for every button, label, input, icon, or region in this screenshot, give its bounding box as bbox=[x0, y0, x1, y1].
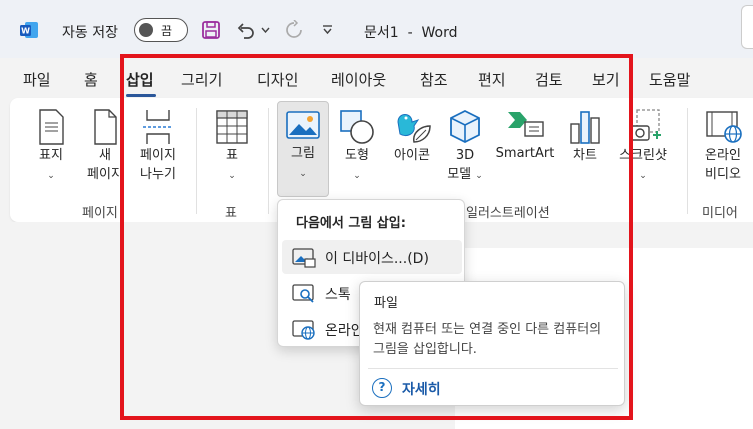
tab-references[interactable]: 참조 bbox=[420, 69, 448, 90]
smartart-button[interactable]: SmartArt bbox=[492, 108, 558, 163]
icons-icon bbox=[397, 114, 431, 143]
cover-page-button[interactable]: 표지 ⌄ bbox=[30, 108, 72, 186]
tab-view[interactable]: 보기 bbox=[592, 69, 620, 90]
3d-models-label-1: 3D bbox=[455, 148, 475, 163]
menu-item-this-device[interactable]: 이 디바이스...(D) bbox=[282, 240, 462, 274]
smartart-label: SmartArt bbox=[495, 146, 555, 161]
svg-text:W: W bbox=[21, 27, 30, 36]
tooltip-divider bbox=[368, 368, 618, 369]
screenshot-button[interactable]: 스크린샷 ⌄ bbox=[612, 108, 674, 186]
autosave-toggle[interactable]: 끔 bbox=[134, 18, 188, 42]
chevron-down-icon: ⌄ bbox=[639, 171, 647, 181]
menu-item-label: 스톡 bbox=[325, 287, 351, 303]
autosave-label: 자동 저장 bbox=[62, 25, 118, 41]
group-separator bbox=[268, 108, 269, 214]
table-label: 표 bbox=[226, 148, 238, 163]
tab-file[interactable]: 파일 bbox=[23, 69, 51, 90]
online-pictures-icon bbox=[292, 320, 315, 340]
tooltip-title: 파일 bbox=[374, 296, 398, 311]
chart-button[interactable]: 차트 bbox=[564, 108, 606, 165]
page-break-icon bbox=[143, 110, 173, 144]
group-separator bbox=[196, 108, 197, 214]
shapes-button[interactable]: 도형 ⌄ bbox=[336, 108, 378, 186]
tab-draw[interactable]: 그리기 bbox=[181, 69, 222, 90]
pictures-label: 그림 bbox=[291, 146, 315, 161]
blank-page-icon bbox=[94, 109, 117, 145]
tab-review[interactable]: 검토 bbox=[535, 69, 563, 90]
tab-layout[interactable]: 레이아웃 bbox=[331, 69, 386, 90]
pictures-button-content: 그림 ⌄ bbox=[280, 108, 326, 184]
new-page-button[interactable]: 새 페이지 bbox=[82, 108, 128, 184]
chevron-down-icon: ⌄ bbox=[475, 171, 483, 181]
redo-icon[interactable] bbox=[283, 18, 305, 42]
new-page-label-2: 페이지 bbox=[87, 167, 123, 182]
tooltip: 파일 현재 컴퓨터 또는 연결 중인 다른 컴퓨터의 그림을 삽입합니다. ? … bbox=[359, 281, 625, 406]
chevron-down-icon: ⌄ bbox=[299, 169, 307, 179]
chevron-down-icon: ⌄ bbox=[47, 171, 55, 181]
tooltip-description: 현재 컴퓨터 또는 연결 중인 다른 컴퓨터의 그림을 삽입합니다. bbox=[373, 322, 602, 357]
table-icon bbox=[216, 110, 248, 144]
page-break-button[interactable]: 페이지 나누기 bbox=[134, 108, 182, 184]
undo-icon[interactable] bbox=[234, 18, 256, 42]
3d-models-label-2: 모델 bbox=[447, 167, 472, 182]
tell-me-more-link[interactable]: 자세히 bbox=[402, 379, 441, 399]
customize-quick-access-icon[interactable] bbox=[320, 18, 334, 42]
chart-label: 차트 bbox=[573, 148, 597, 163]
undo-dropdown-chevron-icon[interactable] bbox=[259, 18, 271, 42]
word-logo-icon: W bbox=[20, 22, 38, 38]
table-button[interactable]: 표 ⌄ bbox=[210, 108, 254, 186]
stock-images-icon bbox=[292, 284, 314, 303]
group-label-pages: 페이지 bbox=[82, 206, 118, 221]
page-break-label-1: 페이지 bbox=[140, 148, 176, 163]
group-label-illustrations: 일러스트레이션 bbox=[466, 206, 550, 221]
tab-mailings[interactable]: 편지 bbox=[478, 69, 506, 90]
online-video-button[interactable]: 온라인 비디오 bbox=[699, 108, 747, 184]
group-separator bbox=[687, 108, 688, 214]
chevron-down-icon: ⌄ bbox=[228, 171, 236, 181]
document-title: 문서1 - Word bbox=[364, 25, 458, 41]
active-tab-indicator bbox=[126, 94, 156, 97]
tab-design[interactable]: 디자인 bbox=[257, 69, 298, 90]
icons-button[interactable]: 아이콘 bbox=[386, 108, 438, 165]
online-video-label-1: 온라인 bbox=[705, 148, 741, 163]
tab-help[interactable]: 도움말 bbox=[649, 69, 690, 90]
cube-icon bbox=[450, 109, 480, 144]
toggle-knob bbox=[139, 23, 153, 37]
smartart-icon bbox=[508, 112, 544, 137]
ribbon-tabs: 파일 홈 삽입 그리기 디자인 레이아웃 참조 편지 검토 보기 도움말 bbox=[0, 58, 753, 98]
window-side-panel bbox=[741, 5, 753, 49]
new-page-label-1: 새 bbox=[99, 148, 111, 163]
group-label-tables: 표 bbox=[225, 206, 237, 221]
3d-models-button[interactable]: 3D 모델 ⌄ bbox=[442, 108, 488, 186]
tab-home[interactable]: 홈 bbox=[84, 69, 98, 90]
screenshot-label: 스크린샷 bbox=[619, 148, 667, 163]
menu-item-label: 이 디바이스...(D) bbox=[325, 251, 429, 267]
device-picture-icon bbox=[292, 248, 316, 268]
online-video-icon bbox=[706, 111, 742, 143]
title-bar: W 자동 저장 끔 문서1 - Word bbox=[0, 0, 753, 58]
tab-insert[interactable]: 삽입 bbox=[126, 69, 154, 90]
cover-page-icon bbox=[39, 109, 64, 145]
screenshot-icon bbox=[630, 109, 661, 141]
group-label-media: 미디어 bbox=[702, 206, 738, 221]
bar-chart-icon bbox=[570, 111, 600, 144]
autosave-state: 끔 bbox=[161, 24, 173, 38]
online-video-label-2: 비디오 bbox=[705, 167, 741, 182]
cover-page-label: 표지 bbox=[39, 148, 63, 163]
menu-header: 다음에서 그림 삽입: bbox=[296, 216, 406, 231]
shapes-label: 도형 bbox=[345, 148, 369, 163]
chevron-down-icon: ⌄ bbox=[353, 171, 361, 181]
help-icon[interactable]: ? bbox=[372, 378, 392, 398]
shapes-icon bbox=[340, 110, 374, 144]
icons-label: 아이콘 bbox=[394, 148, 430, 163]
page-break-label-2: 나누기 bbox=[140, 167, 176, 182]
save-icon[interactable] bbox=[200, 18, 222, 42]
picture-icon bbox=[286, 111, 320, 139]
menu-item-label: 온라인 bbox=[325, 323, 364, 339]
